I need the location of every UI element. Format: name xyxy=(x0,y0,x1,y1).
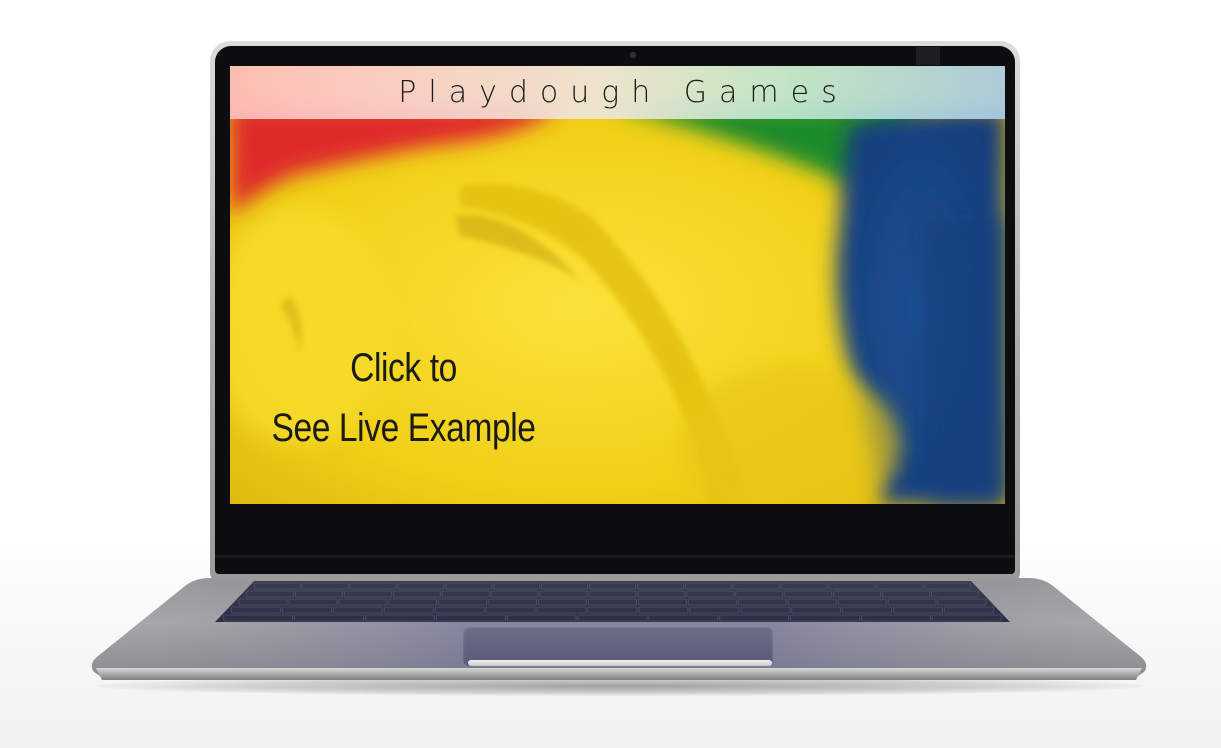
front-lip xyxy=(468,660,772,666)
site-header: Playdough Games xyxy=(230,66,1005,119)
bezel-bottom-line xyxy=(215,555,1015,558)
keyboard xyxy=(215,580,1010,622)
live-example-link[interactable]: Playdough Games Click to See Live Exampl… xyxy=(230,66,1005,504)
laptop-mockup: Playdough Games Click to See Live Exampl… xyxy=(0,0,1221,748)
site-title: Playdough Games xyxy=(398,75,849,110)
webcam-icon xyxy=(630,52,636,58)
cta-line-2: See Live Example xyxy=(271,406,536,450)
cta-line-1: Click to xyxy=(350,346,457,390)
bezel-notch xyxy=(916,47,940,65)
cta-text[interactable]: Click to See Live Example xyxy=(263,338,544,458)
